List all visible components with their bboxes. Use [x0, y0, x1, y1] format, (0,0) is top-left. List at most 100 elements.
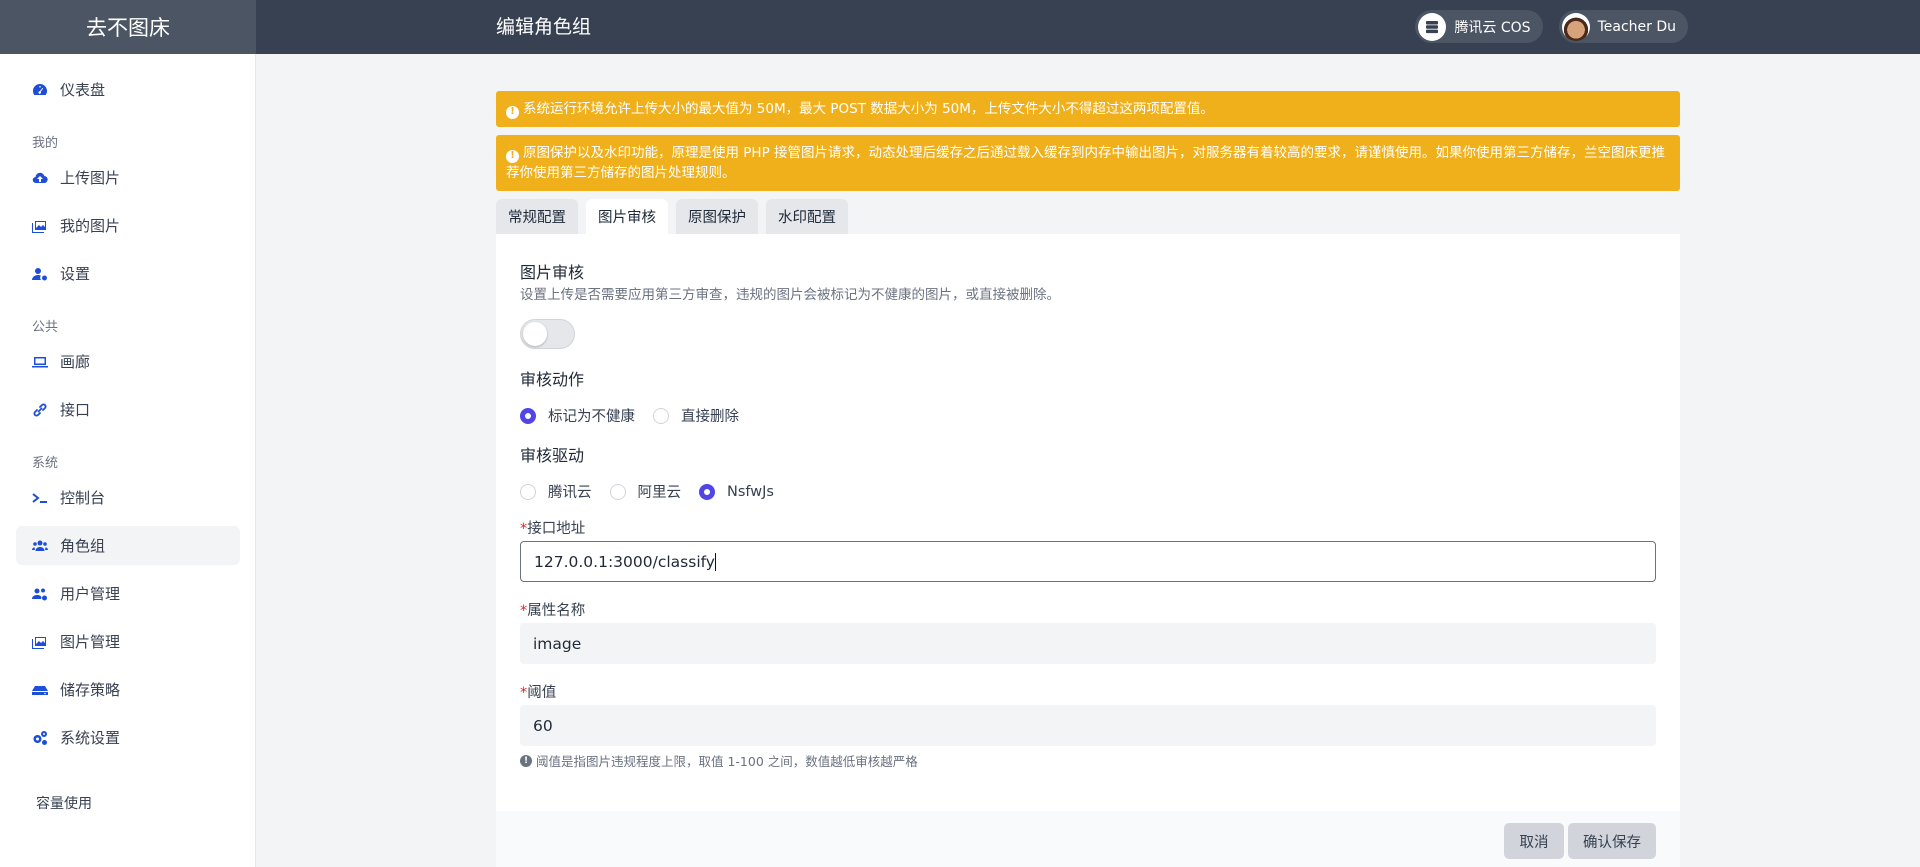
sidebar-item-users[interactable]: 用户管理 [16, 574, 240, 613]
sidebar-group-label: 我的 [32, 136, 59, 151]
action-option-mark-unhealthy[interactable]: 标记为不健康 [520, 405, 635, 426]
driver-title: 审核驱动 [520, 446, 585, 465]
capacity-label: 容量使用 [36, 796, 92, 812]
exclamation-icon: ! [506, 105, 519, 119]
terminal-icon [32, 492, 47, 503]
exclamation-icon: ! [520, 754, 532, 767]
alert-text: 系统运行环境允许上传大小的最大值为 50M，最大 POST 数据大小为 50M，… [523, 101, 1214, 117]
radio-label: 直接删除 [681, 409, 739, 425]
toggle-knob [523, 322, 547, 346]
sidebar-item-api[interactable]: 接口 [16, 390, 240, 429]
sidebar: 仪表盘 我的 上传图片 我的图片 设置 公共 画廊 接口 系统 控制台 角色组 … [0, 54, 256, 867]
radio-button[interactable] [653, 407, 669, 424]
sidebar-item-storage[interactable]: 储存策略 [16, 670, 240, 709]
sidebar-item-label: 角色组 [60, 537, 106, 555]
images-icon [32, 636, 46, 649]
sidebar-item-gallery[interactable]: 画廊 [16, 342, 240, 381]
endpoint-input[interactable]: 127.0.0.1:3000/classify [520, 541, 1656, 582]
action-title: 审核动作 [520, 370, 585, 389]
storage-label: 腾讯云 COS [1454, 19, 1531, 36]
action-option-delete[interactable]: 直接删除 [653, 405, 739, 426]
sidebar-item-roles[interactable]: 角色组 [16, 526, 240, 565]
form-footer [496, 811, 1680, 867]
laptop-icon [32, 356, 48, 367]
alert-protection: ! 原图保护以及水印功能，原理是使用 PHP 接管图片请求，动态处理后缓存之后通过… [496, 135, 1680, 191]
hint-text: 阈值是指图片违规程度上限，取值 1-100 之间，数值越低审核越严格 [536, 754, 918, 769]
user-menu[interactable]: Teacher Du [1558, 10, 1688, 43]
sidebar-item-label: 画廊 [60, 353, 91, 371]
radio-label: 阿里云 [637, 485, 682, 501]
sidebar-group-label: 系统 [32, 456, 59, 471]
sidebar-item-label: 我的图片 [60, 217, 121, 235]
endpoint-label: *接口地址 [520, 521, 586, 537]
driver-radio-group: 腾讯云 阿里云 NsfwJs [520, 481, 792, 502]
driver-option-nsfwjs[interactable]: NsfwJs [699, 483, 774, 500]
tab-general[interactable]: 常规配置 [496, 199, 578, 234]
sidebar-item-label: 仪表盘 [60, 81, 106, 99]
sidebar-item-system-settings[interactable]: 系统设置 [16, 718, 240, 757]
text-caret [714, 552, 716, 571]
users-icon [32, 540, 48, 551]
sidebar-item-dashboard[interactable]: 仪表盘 [16, 70, 240, 109]
server-icon [1418, 12, 1447, 41]
gears-icon [33, 730, 47, 745]
tab-watermark[interactable]: 水印配置 [766, 199, 848, 234]
alert-text: 原图保护以及水印功能，原理是使用 PHP 接管图片请求，动态处理后缓存之后通过载… [506, 145, 1666, 181]
storage-selector[interactable]: 腾讯云 COS [1415, 10, 1543, 43]
cloud-upload-icon [32, 172, 48, 183]
tab-original-protection[interactable]: 原图保护 [676, 199, 758, 234]
sidebar-item-label: 用户管理 [60, 585, 121, 603]
settings-tabs: 常规配置 图片审核 原图保护 水印配置 [496, 199, 848, 234]
action-radio-group: 标记为不健康 直接删除 [520, 405, 757, 426]
radio-button[interactable] [520, 407, 536, 424]
cancel-button[interactable]: 取消 [1504, 823, 1564, 859]
images-icon [32, 220, 46, 233]
driver-option-tencent[interactable]: 腾讯云 [520, 481, 592, 502]
attr-input[interactable]: image [520, 623, 1656, 664]
radio-button[interactable] [609, 483, 626, 500]
sidebar-item-upload[interactable]: 上传图片 [16, 158, 240, 197]
top-bar: 去不图床 编辑角色组 腾讯云 COS Teacher Du [0, 0, 1920, 54]
users-gear-icon [32, 588, 47, 600]
page-title: 编辑角色组 [496, 16, 592, 38]
sidebar-item-label: 控制台 [60, 489, 106, 507]
endpoint-value: 127.0.0.1:3000/classify [534, 552, 715, 571]
radio-label: 标记为不健康 [548, 409, 635, 425]
tab-image-audit[interactable]: 图片审核 [586, 199, 668, 234]
sidebar-item-my-images[interactable]: 我的图片 [16, 206, 240, 245]
sidebar-item-label: 系统设置 [60, 729, 121, 747]
audit-description: 设置上传是否需要应用第三方审查，违规的图片会被标记为不健康的图片，或直接被删除。 [520, 287, 1060, 303]
audit-enable-toggle[interactable] [520, 319, 575, 349]
avatar [1561, 12, 1590, 41]
threshold-hint: ! 阈值是指图片违规程度上限，取值 1-100 之间，数值越低审核越严格 [520, 751, 918, 770]
attr-label: *属性名称 [520, 603, 586, 619]
radio-button[interactable] [699, 483, 715, 500]
sidebar-item-label: 储存策略 [60, 681, 121, 699]
sidebar-item-console[interactable]: 控制台 [16, 478, 240, 517]
save-button[interactable]: 确认保存 [1568, 823, 1656, 859]
sidebar-item-label: 上传图片 [60, 169, 121, 187]
radio-label: NsfwJs [727, 483, 774, 500]
driver-option-aliyun[interactable]: 阿里云 [609, 481, 682, 502]
user-gear-icon [32, 267, 47, 280]
sidebar-item-label: 图片管理 [60, 633, 121, 651]
radio-button[interactable] [520, 483, 536, 500]
gauge-icon [33, 83, 47, 95]
radio-label: 腾讯云 [548, 485, 592, 501]
sidebar-item-label: 接口 [60, 401, 91, 419]
exclamation-icon: ! [506, 149, 519, 163]
brand-logo[interactable]: 去不图床 [0, 0, 256, 54]
sidebar-item-label: 设置 [60, 265, 91, 283]
attr-value: image [533, 634, 582, 653]
threshold-value: 60 [533, 716, 553, 735]
alert-upload-limit: ! 系统运行环境允许上传大小的最大值为 50M，最大 POST 数据大小为 50M… [496, 91, 1680, 127]
audit-title: 图片审核 [520, 263, 585, 282]
threshold-input[interactable]: 60 [520, 705, 1656, 746]
hard-drive-icon [32, 685, 48, 695]
user-name: Teacher Du [1597, 18, 1676, 35]
threshold-label: *阈值 [520, 685, 557, 701]
sidebar-item-settings[interactable]: 设置 [16, 254, 240, 293]
link-icon [33, 403, 47, 416]
sidebar-group-label: 公共 [32, 320, 59, 335]
sidebar-item-image-management[interactable]: 图片管理 [16, 622, 240, 661]
